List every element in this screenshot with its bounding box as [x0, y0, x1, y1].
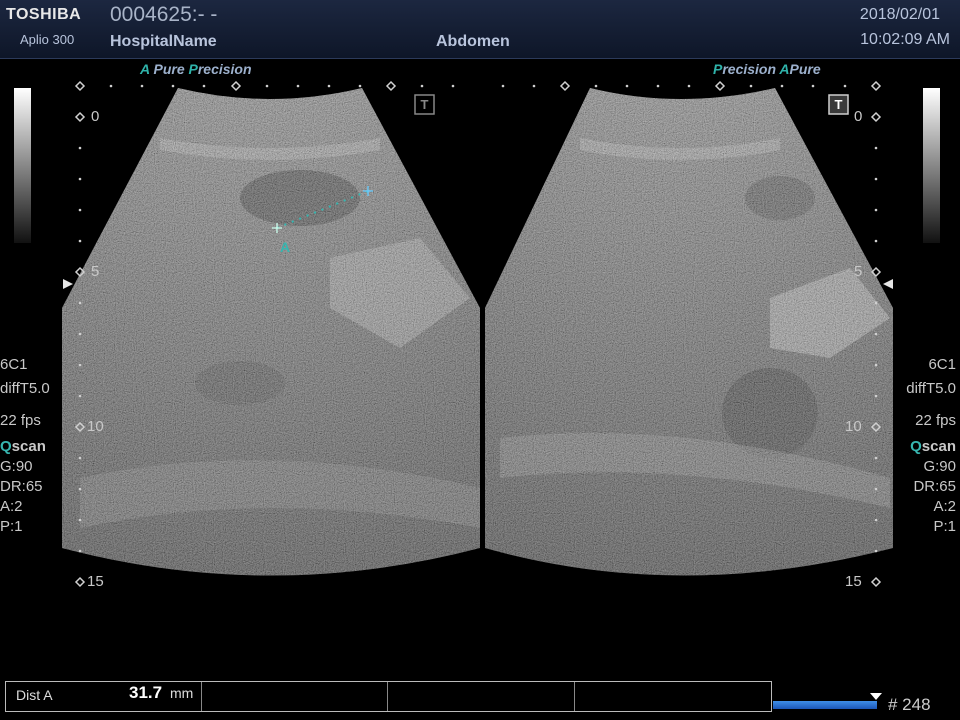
- measurement-unit: mm: [170, 685, 194, 701]
- depth-label-5-right: 5: [854, 263, 863, 280]
- measurement-results-bar: Dist A 31.7 mm: [5, 681, 772, 712]
- imaging-mode-left: A Pure Precision: [140, 61, 252, 77]
- frame-number: # 248: [888, 695, 931, 714]
- measurement-cell-empty[interactable]: [202, 682, 388, 711]
- gain-right: G:90: [923, 458, 956, 475]
- t-marker-left: T: [420, 97, 429, 112]
- gray-scale-bar-right: [923, 88, 940, 243]
- depth-label-10-left: 10: [87, 418, 104, 435]
- exam-time: 10:02:09 AM: [860, 31, 950, 48]
- fps-right: 22 fps: [915, 412, 956, 429]
- focus-marker-left[interactable]: [63, 279, 73, 289]
- patient-id: 0004625:- -: [110, 3, 218, 26]
- measurement-cell-empty[interactable]: [388, 682, 575, 711]
- focus-marker-right[interactable]: [883, 279, 893, 289]
- ultrasound-display[interactable]: A Pure Precision Precision APure T T A 0…: [0, 58, 960, 680]
- qscan-left: Qscan: [0, 438, 46, 455]
- top-scale-right: [559, 80, 882, 92]
- depth-label-5-left: 5: [91, 263, 100, 280]
- p-param-left: P:1: [0, 518, 23, 535]
- preset-left: diffT5.0: [0, 380, 50, 397]
- header-bar: TOSHIBA Aplio 300 0004625:- - HospitalNa…: [0, 0, 960, 59]
- dynamic-range-left: DR:65: [0, 478, 43, 495]
- t-marker-right: T: [834, 97, 843, 112]
- qscan-right: Qscan: [910, 438, 956, 455]
- ultrasound-canvas: [14, 80, 940, 588]
- depth-label-10-right: 10: [845, 418, 862, 435]
- cine-progress-bar[interactable]: [773, 701, 877, 709]
- caliper-label: A: [280, 239, 291, 255]
- cine-position-marker[interactable]: [870, 693, 882, 701]
- dynamic-range-right: DR:65: [913, 478, 956, 495]
- measurement-cell-empty[interactable]: [575, 682, 770, 711]
- depth-label-15-right: 15: [845, 573, 862, 590]
- right-scan-image: [485, 88, 893, 576]
- p-param-right: P:1: [933, 518, 956, 535]
- top-scale-left: [74, 80, 397, 92]
- exam-date: 2018/02/01: [859, 6, 940, 23]
- top-ticks-left: [109, 84, 455, 88]
- probe-right: 6C1: [928, 356, 956, 373]
- depth-label-15-left: 15: [87, 573, 104, 590]
- exam-type: Abdomen: [436, 33, 510, 50]
- gain-left: G:90: [0, 458, 33, 475]
- top-ticks-right: [501, 84, 847, 88]
- scanner-model: Aplio 300: [20, 32, 75, 47]
- measurement-name: Dist A: [16, 687, 53, 703]
- probe-left: 6C1: [0, 356, 28, 373]
- gray-scale-bar-left: [14, 88, 31, 243]
- depth-label-0-right: 0: [854, 108, 863, 125]
- a-param-right: A:2: [933, 498, 956, 515]
- brand-logo: TOSHIBA: [6, 6, 82, 23]
- measurement-cell-dist-a[interactable]: Dist A 31.7 mm: [6, 682, 202, 711]
- depth-label-0-left: 0: [91, 108, 100, 125]
- a-param-left: A:2: [0, 498, 23, 515]
- imaging-mode-right: Precision APure: [713, 61, 821, 77]
- preset-right: diffT5.0: [906, 380, 956, 397]
- fps-left: 22 fps: [0, 412, 41, 429]
- measurement-value: 31.7: [129, 683, 163, 702]
- hospital-name: HospitalName: [110, 33, 217, 50]
- left-scan-image: [62, 88, 480, 576]
